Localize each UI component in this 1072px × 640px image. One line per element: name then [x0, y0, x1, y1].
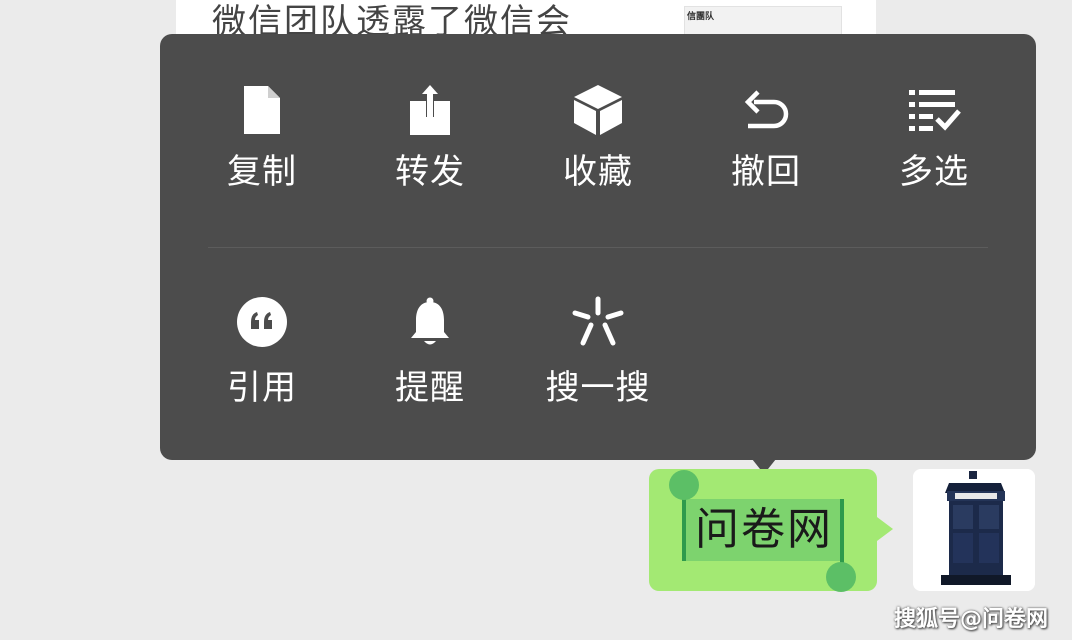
menu-label-search: 搜一搜: [545, 368, 651, 408]
message-bubble-tail: [877, 517, 893, 541]
selection-start-handle[interactable]: [669, 470, 699, 500]
article-thumbnail-text: 信團队: [687, 12, 715, 22]
undo-icon: [682, 80, 850, 140]
message-context-menu: 复制 转发 收藏 撤回 多选 引用 提醒 搜一搜: [160, 34, 1036, 460]
multi-select-icon: [850, 80, 1018, 140]
avatar[interactable]: [913, 469, 1035, 591]
menu-label-recall: 撤回: [731, 152, 801, 192]
menu-label-multiselect: 多选: [899, 152, 969, 192]
menu-label-quote: 引用: [227, 368, 297, 408]
watermark: 搜狐号@问卷网: [893, 607, 1048, 632]
menu-item-search[interactable]: 搜一搜: [514, 34, 682, 408]
menu-item-remind[interactable]: 提醒: [346, 34, 514, 408]
menu-item-recall[interactable]: 撤回: [682, 34, 850, 194]
menu-label-remind: 提醒: [395, 368, 465, 408]
message-text[interactable]: 问卷网: [684, 499, 844, 561]
selection-start-bar: [682, 499, 686, 561]
search-sparkle-icon: [514, 292, 682, 352]
selection-end-handle[interactable]: [826, 562, 856, 592]
bell-icon: [346, 292, 514, 352]
menu-divider: [208, 247, 988, 248]
selection-end-bar: [840, 499, 844, 565]
quote-icon: [178, 292, 346, 352]
menu-item-quote[interactable]: 引用: [178, 34, 346, 408]
menu-item-multiselect[interactable]: 多选: [850, 34, 1018, 194]
